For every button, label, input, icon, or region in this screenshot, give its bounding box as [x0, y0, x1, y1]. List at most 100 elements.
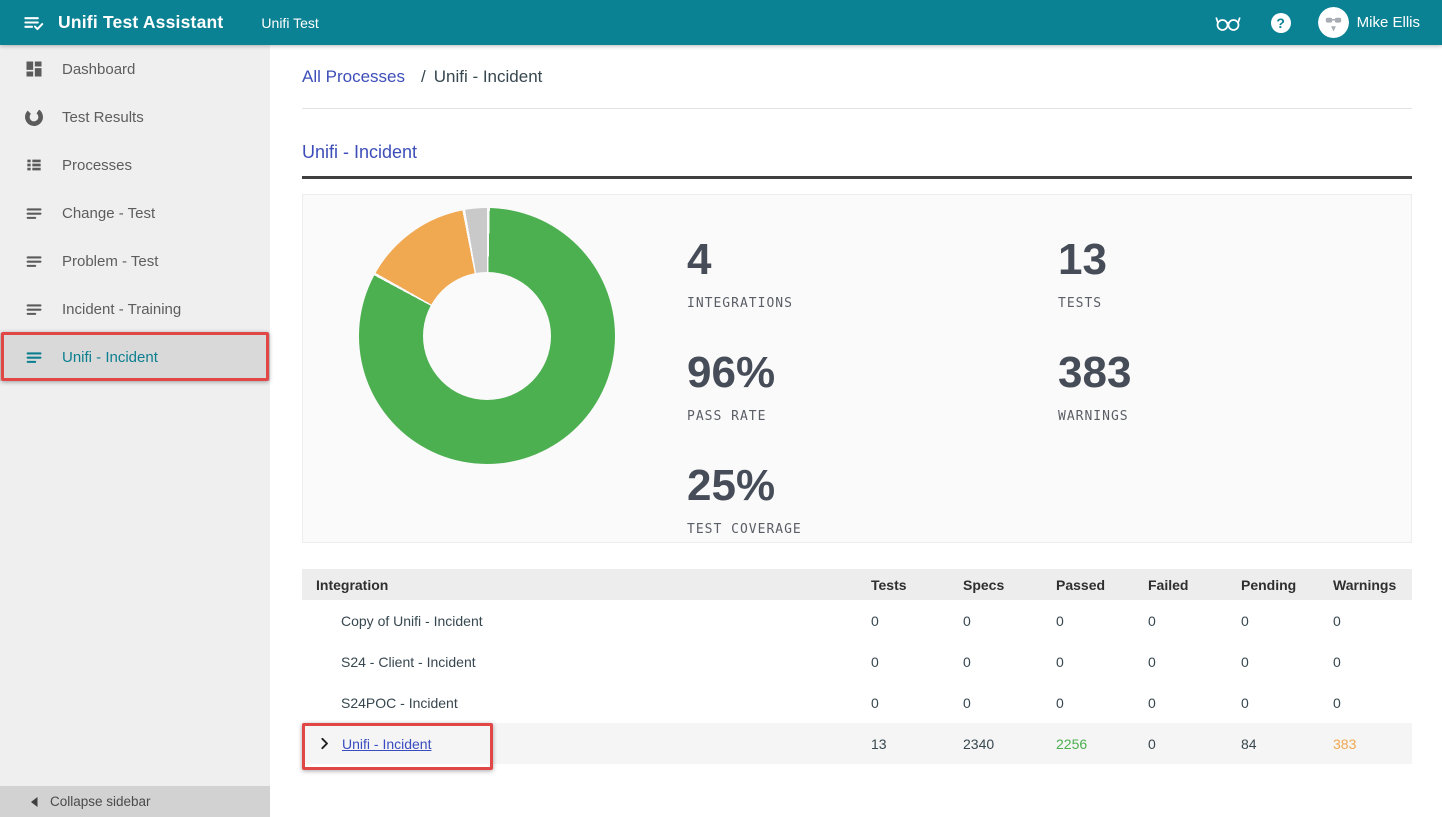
breadcrumb-current: Unifi - Incident: [434, 67, 543, 87]
collapse-arrow-icon: [29, 796, 39, 808]
notes-icon: [23, 298, 45, 320]
cell-warnings: 0: [1333, 654, 1412, 670]
stat-label: WARNINGS: [1058, 409, 1131, 424]
cell-warnings: 0: [1333, 613, 1412, 629]
avatar[interactable]: [1318, 7, 1349, 38]
table-row: Copy of Unifi - Incident 0 0 0 0 0 0: [302, 600, 1412, 641]
stat-value: 4: [687, 238, 802, 282]
main-content: All Processes / Unifi - Incident Unifi -…: [270, 45, 1442, 817]
cell-passed: 0: [1056, 695, 1148, 711]
table-row-unifi-incident[interactable]: Unifi - Incident 13 2340 2256 0 84 383: [302, 723, 1412, 764]
divider: [302, 108, 1412, 109]
app-header: Unifi Test Assistant Unifi Test ? Mike E…: [0, 0, 1442, 45]
stat-warnings: 383 WARNINGS: [1058, 351, 1131, 424]
sidebar-item-unifi-incident[interactable]: Unifi - Incident: [0, 333, 270, 381]
column-header-tests: Tests: [871, 577, 963, 593]
cell-specs: 0: [963, 613, 1056, 629]
integration-name: Copy of Unifi - Incident: [302, 613, 871, 629]
breadcrumb-all-processes-link[interactable]: All Processes: [302, 67, 405, 87]
stat-tests: 13 TESTS: [1058, 238, 1131, 311]
column-header-pending: Pending: [1241, 577, 1333, 593]
breadcrumb: All Processes / Unifi - Incident: [302, 45, 1412, 87]
stat-value: 383: [1058, 351, 1131, 395]
donut-chart-icon: [23, 106, 45, 128]
list-icon: [23, 154, 45, 176]
collapse-sidebar-label: Collapse sidebar: [50, 794, 151, 809]
cell-passed: 0: [1056, 654, 1148, 670]
cell-failed: 0: [1148, 654, 1241, 670]
sidebar-item-label: Unifi - Incident: [62, 349, 158, 366]
column-header-integration: Integration: [302, 577, 871, 593]
cell-pending: 0: [1241, 613, 1333, 629]
app-title: Unifi Test Assistant: [58, 12, 223, 33]
donut-chart: [359, 208, 615, 464]
donut-hole: [423, 272, 551, 400]
glasses-icon[interactable]: [1214, 11, 1242, 35]
cell-specs: 0: [963, 695, 1056, 711]
page-title: Unifi - Incident: [302, 142, 1412, 179]
sidebar-item-label: Dashboard: [62, 61, 135, 78]
notes-icon: [23, 346, 45, 368]
cell-passed: 0: [1056, 613, 1148, 629]
sidebar-item-label: Test Results: [62, 109, 144, 126]
cell-failed: 0: [1148, 736, 1241, 752]
cell-pending: 84: [1241, 736, 1333, 752]
stat-test-coverage: 25% TEST COVERAGE: [687, 464, 802, 537]
stat-label: TEST COVERAGE: [687, 522, 802, 537]
help-icon[interactable]: ?: [1271, 13, 1291, 33]
stat-pass-rate: 96% PASS RATE: [687, 351, 802, 424]
sidebar-item-incident-training[interactable]: Incident - Training: [0, 285, 270, 333]
sidebar-item-dashboard[interactable]: Dashboard: [0, 45, 270, 93]
column-header-passed: Passed: [1056, 577, 1148, 593]
column-header-warnings: Warnings: [1333, 577, 1412, 593]
stat-label: INTEGRATIONS: [687, 296, 802, 311]
column-header-specs: Specs: [963, 577, 1056, 593]
cell-specs: 2340: [963, 736, 1056, 752]
sidebar-item-problem-test[interactable]: Problem - Test: [0, 237, 270, 285]
integration-link[interactable]: Unifi - Incident: [342, 736, 431, 752]
cell-warnings: 0: [1333, 695, 1412, 711]
column-header-failed: Failed: [1148, 577, 1241, 593]
menu-checklist-icon[interactable]: [21, 11, 45, 35]
integrations-table: Integration Tests Specs Passed Failed Pe…: [302, 569, 1412, 764]
cell-specs: 0: [963, 654, 1056, 670]
breadcrumb-separator: /: [421, 67, 426, 87]
cell-tests: 0: [871, 654, 963, 670]
cell-failed: 0: [1148, 695, 1241, 711]
notes-icon: [23, 250, 45, 272]
cell-failed: 0: [1148, 613, 1241, 629]
expand-chevron-icon[interactable]: [317, 736, 333, 752]
cell-tests: 0: [871, 695, 963, 711]
cell-tests: 13: [871, 736, 963, 752]
notes-icon: [23, 202, 45, 224]
sidebar-item-processes[interactable]: Processes: [0, 141, 270, 189]
collapse-sidebar-button[interactable]: Collapse sidebar: [0, 786, 270, 817]
sidebar: Dashboard Test Results Processes Change …: [0, 45, 270, 786]
summary-card: 4 INTEGRATIONS 96% PASS RATE 25% TEST CO…: [302, 194, 1412, 543]
integration-name: S24 - Client - Incident: [302, 654, 871, 670]
cell-passed: 2256: [1056, 736, 1148, 752]
stat-value: 25%: [687, 464, 802, 508]
sidebar-item-label: Change - Test: [62, 205, 155, 222]
cell-warnings: 383: [1333, 736, 1412, 752]
table-row: S24 - Client - Incident 0 0 0 0 0 0: [302, 641, 1412, 682]
sidebar-item-label: Processes: [62, 157, 132, 174]
app-subtitle: Unifi Test: [261, 15, 318, 31]
cell-pending: 0: [1241, 695, 1333, 711]
user-name[interactable]: Mike Ellis: [1357, 14, 1420, 31]
stat-integrations: 4 INTEGRATIONS: [687, 238, 802, 311]
stat-value: 13: [1058, 238, 1131, 282]
stat-value: 96%: [687, 351, 802, 395]
table-header: Integration Tests Specs Passed Failed Pe…: [302, 569, 1412, 600]
stats-column-right: 13 TESTS 383 WARNINGS: [1058, 238, 1131, 464]
integration-name: S24POC - Incident: [302, 695, 871, 711]
sidebar-item-test-results[interactable]: Test Results: [0, 93, 270, 141]
sidebar-item-label: Problem - Test: [62, 253, 158, 270]
sidebar-item-label: Incident - Training: [62, 301, 181, 318]
cell-tests: 0: [871, 613, 963, 629]
stat-label: PASS RATE: [687, 409, 802, 424]
cell-pending: 0: [1241, 654, 1333, 670]
sidebar-item-change-test[interactable]: Change - Test: [0, 189, 270, 237]
table-row: S24POC - Incident 0 0 0 0 0 0: [302, 682, 1412, 723]
stat-label: TESTS: [1058, 296, 1131, 311]
